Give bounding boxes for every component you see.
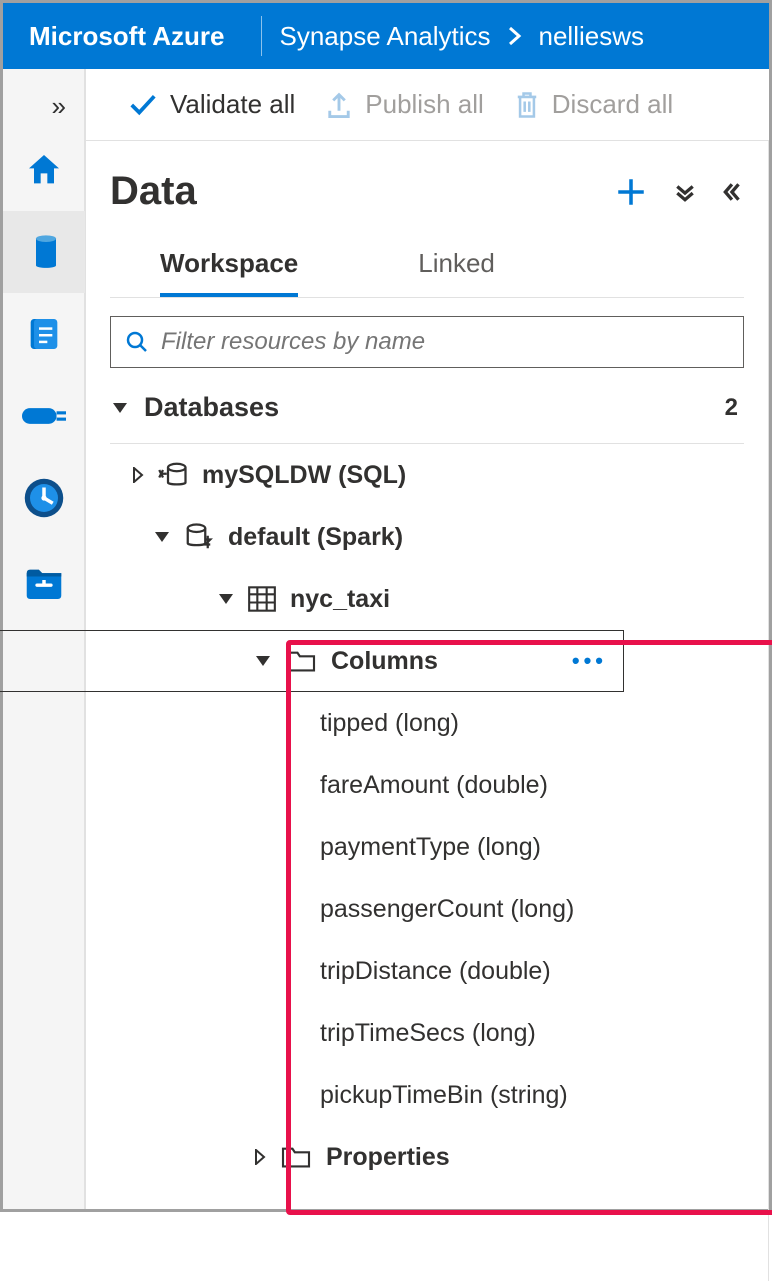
nav-data[interactable] xyxy=(3,211,85,293)
toolbar: Validate all Publish all Discard all xyxy=(86,69,769,141)
column-item[interactable]: passengerCount (long) xyxy=(110,878,744,940)
filter-box[interactable] xyxy=(110,316,744,368)
brand-label: Microsoft Azure xyxy=(29,21,255,52)
column-label: pickupTimeBin (string) xyxy=(320,1081,568,1110)
databases-label: Databases xyxy=(144,392,279,423)
caret-down-icon xyxy=(154,530,170,544)
spark-db-icon xyxy=(184,522,214,552)
more-actions-button[interactable]: ••• xyxy=(572,648,607,674)
column-item[interactable]: tripDistance (double) xyxy=(110,940,744,1002)
columns-label: Columns xyxy=(331,647,438,676)
databases-header[interactable]: Databases 2 xyxy=(110,368,744,444)
column-label: passengerCount (long) xyxy=(320,895,574,924)
properties-label: Properties xyxy=(326,1143,450,1172)
folder-icon xyxy=(285,648,317,674)
tab-linked[interactable]: Linked xyxy=(418,232,495,297)
column-item[interactable]: tripTimeSecs (long) xyxy=(110,1002,744,1064)
caret-right-icon xyxy=(254,1149,266,1165)
columns-folder[interactable]: Columns ••• xyxy=(0,630,624,692)
properties-folder[interactable]: Properties xyxy=(110,1126,744,1188)
nav-integrate[interactable] xyxy=(3,375,85,457)
column-item[interactable]: paymentType (long) xyxy=(110,816,744,878)
expand-all-button[interactable] xyxy=(674,181,696,203)
panel-title: Data xyxy=(110,169,197,214)
header-divider xyxy=(261,16,262,56)
publish-all-button[interactable]: Publish all xyxy=(325,89,484,120)
tree: mySQLDW (SQL) default (Spark) xyxy=(110,444,744,1188)
filter-input[interactable] xyxy=(159,327,729,357)
column-label: tripTimeSecs (long) xyxy=(320,1019,536,1048)
breadcrumb-service[interactable]: Synapse Analytics xyxy=(280,21,491,52)
db-item-spark[interactable]: default (Spark) xyxy=(110,506,744,568)
column-label: tripDistance (double) xyxy=(320,957,551,986)
content-area: Validate all Publish all Discard all Dat… xyxy=(85,69,769,1209)
sql-db-icon xyxy=(158,460,188,490)
column-label: fareAmount (double) xyxy=(320,771,548,800)
caret-right-icon xyxy=(132,467,144,483)
add-button[interactable] xyxy=(614,175,648,209)
discard-all-button[interactable]: Discard all xyxy=(514,89,673,120)
column-label: tipped (long) xyxy=(320,709,459,738)
collapse-panel-button[interactable] xyxy=(722,181,744,203)
data-panel: Data Workspace Linked xyxy=(86,141,769,1281)
tabs: Workspace Linked xyxy=(110,232,744,298)
db-item-sql[interactable]: mySQLDW (SQL) xyxy=(110,444,744,506)
breadcrumb-workspace[interactable]: nelliesws xyxy=(539,21,645,52)
nav-develop[interactable] xyxy=(3,293,85,375)
expand-nav-button[interactable]: » xyxy=(3,83,84,129)
db-spark-label: default (Spark) xyxy=(228,523,403,552)
table-name-label: nyc_taxi xyxy=(290,585,390,614)
validate-all-button[interactable]: Validate all xyxy=(128,89,295,120)
nav-home[interactable] xyxy=(3,129,85,211)
caret-down-icon xyxy=(255,654,271,668)
nav-monitor[interactable] xyxy=(3,457,85,539)
chevron-right-icon xyxy=(507,26,523,46)
column-item[interactable]: tipped (long) xyxy=(110,692,744,754)
discard-label: Discard all xyxy=(552,89,673,120)
table-icon xyxy=(248,586,276,612)
tab-workspace[interactable]: Workspace xyxy=(160,232,298,297)
column-item[interactable]: fareAmount (double) xyxy=(110,754,744,816)
nav-manage[interactable] xyxy=(3,539,85,621)
db-sql-label: mySQLDW (SQL) xyxy=(202,461,406,490)
column-item[interactable]: pickupTimeBin (string) xyxy=(110,1064,744,1126)
column-label: paymentType (long) xyxy=(320,833,541,862)
folder-icon xyxy=(280,1144,312,1170)
azure-header: Microsoft Azure Synapse Analytics nellie… xyxy=(3,3,769,69)
databases-count: 2 xyxy=(725,394,738,422)
validate-label: Validate all xyxy=(170,89,295,120)
publish-label: Publish all xyxy=(365,89,484,120)
table-item[interactable]: nyc_taxi xyxy=(110,568,744,630)
search-icon xyxy=(125,330,149,354)
caret-down-icon xyxy=(218,592,234,606)
caret-down-icon xyxy=(112,401,128,415)
